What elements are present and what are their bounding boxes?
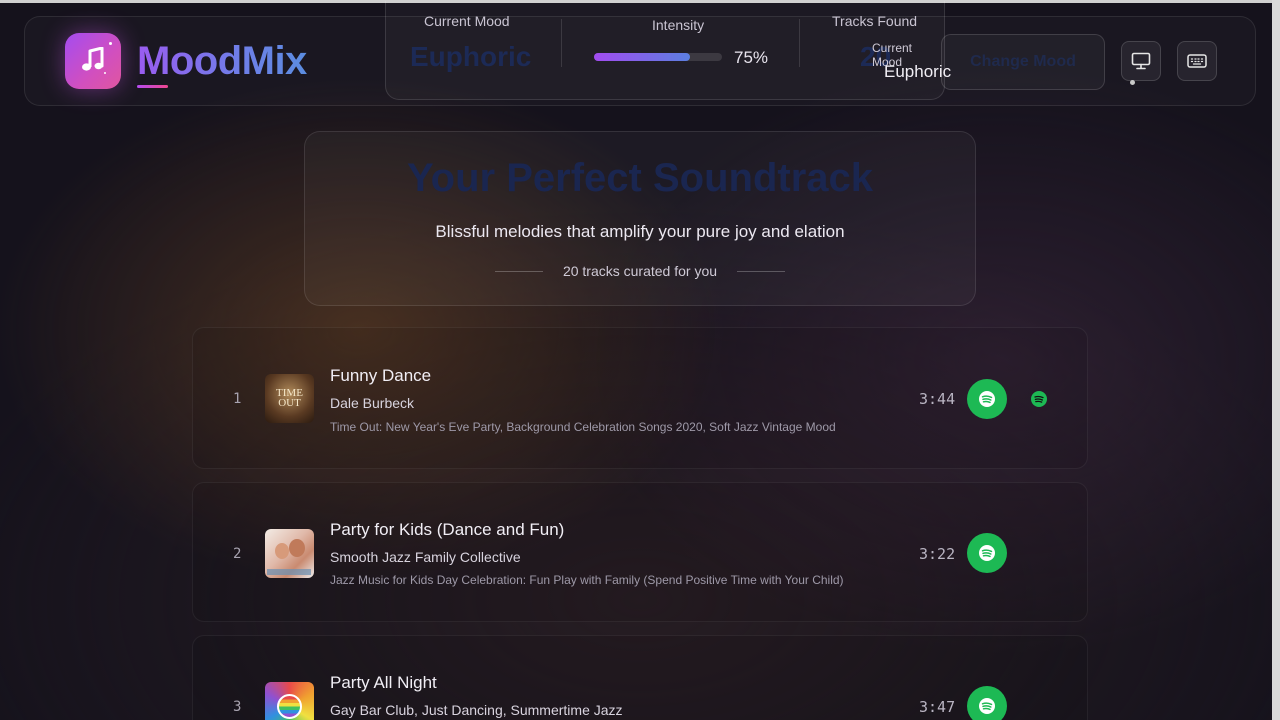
brand-underline	[137, 85, 168, 88]
spotify-icon	[1031, 391, 1047, 407]
track-album: Time Out: New Year's Eve Party, Backgrou…	[330, 420, 836, 434]
spotify-icon	[979, 545, 995, 561]
current-mood-value: Euphoric	[410, 41, 532, 72]
hero-card: Your Perfect Soundtrack Blissful melodie…	[304, 131, 976, 306]
track-row[interactable]: 1 TIME OUT Funny Dance Dale Burbeck Time…	[192, 327, 1088, 469]
track-count: 20 tracks curated for you	[562, 263, 718, 279]
open-in-spotify-button[interactable]	[967, 533, 1007, 573]
track-number: 2	[233, 546, 242, 562]
current-mood-label: Current Mood	[424, 13, 510, 29]
album-art[interactable]: TIME OUT	[265, 374, 314, 423]
monitor-icon	[1131, 52, 1151, 70]
track-title[interactable]: Party All Night	[330, 673, 437, 693]
intensity-bar-fill	[594, 53, 690, 61]
intensity-bar	[594, 53, 722, 61]
sparkle-icon	[109, 42, 112, 45]
track-duration: 3:22	[919, 545, 956, 563]
tracks-found-label: Tracks Found	[832, 13, 918, 29]
track-album: Jazz Music for Kids Day Celebration: Fun…	[330, 573, 844, 587]
track-duration: 3:47	[919, 698, 956, 716]
hero-title: Your Perfect Soundtrack	[406, 156, 874, 200]
app-header: MoodMix Current Mood Euphoric Intensity …	[24, 1, 1256, 106]
track-row[interactable]: 2 Party for Kids (Dance and Fun) Smooth …	[192, 482, 1088, 622]
intensity-label: Intensity	[652, 17, 705, 33]
hero-subtitle: Blissful melodies that amplify your pure…	[435, 222, 845, 241]
divider	[561, 19, 562, 67]
display-toggle-button[interactable]	[1121, 41, 1161, 81]
open-in-spotify-button[interactable]	[967, 379, 1007, 419]
album-art[interactable]	[265, 529, 314, 578]
window-scrollbar[interactable]	[1272, 0, 1280, 720]
active-indicator-dot	[1130, 80, 1135, 85]
track-artist[interactable]: Smooth Jazz Family Collective	[330, 549, 521, 565]
open-in-spotify-button[interactable]	[967, 686, 1007, 720]
divider	[737, 271, 785, 272]
track-title[interactable]: Party for Kids (Dance and Fun)	[330, 520, 564, 540]
track-title[interactable]: Funny Dance	[330, 366, 431, 386]
spotify-icon	[979, 391, 995, 407]
album-art-text: TIME OUT	[276, 387, 303, 409]
app-logo	[65, 33, 121, 89]
spotify-icon	[979, 698, 995, 714]
track-number: 3	[233, 699, 242, 715]
keyboard-shortcuts-button[interactable]	[1177, 41, 1217, 81]
intensity-percent: 75%	[734, 48, 769, 67]
music-note-icon	[82, 47, 104, 71]
divider	[799, 19, 800, 67]
mood-stats-panel: Current Mood Euphoric Intensity 75% Trac…	[385, 1, 951, 100]
keyboard-icon	[1187, 54, 1207, 68]
track-artist[interactable]: Dale Burbeck	[330, 395, 414, 411]
track-row[interactable]: 3 Party All Night Gay Bar Club, Just Dan…	[192, 635, 1088, 720]
track-artist[interactable]: Gay Bar Club, Just Dancing, Summertime J…	[330, 702, 623, 718]
album-art[interactable]	[265, 682, 314, 720]
change-mood-button[interactable]: Change Mood	[941, 34, 1105, 90]
sparkle-icon	[104, 72, 106, 74]
track-number: 1	[233, 391, 242, 407]
app-name: MoodMix	[137, 39, 307, 83]
track-duration: 3:44	[919, 390, 956, 408]
